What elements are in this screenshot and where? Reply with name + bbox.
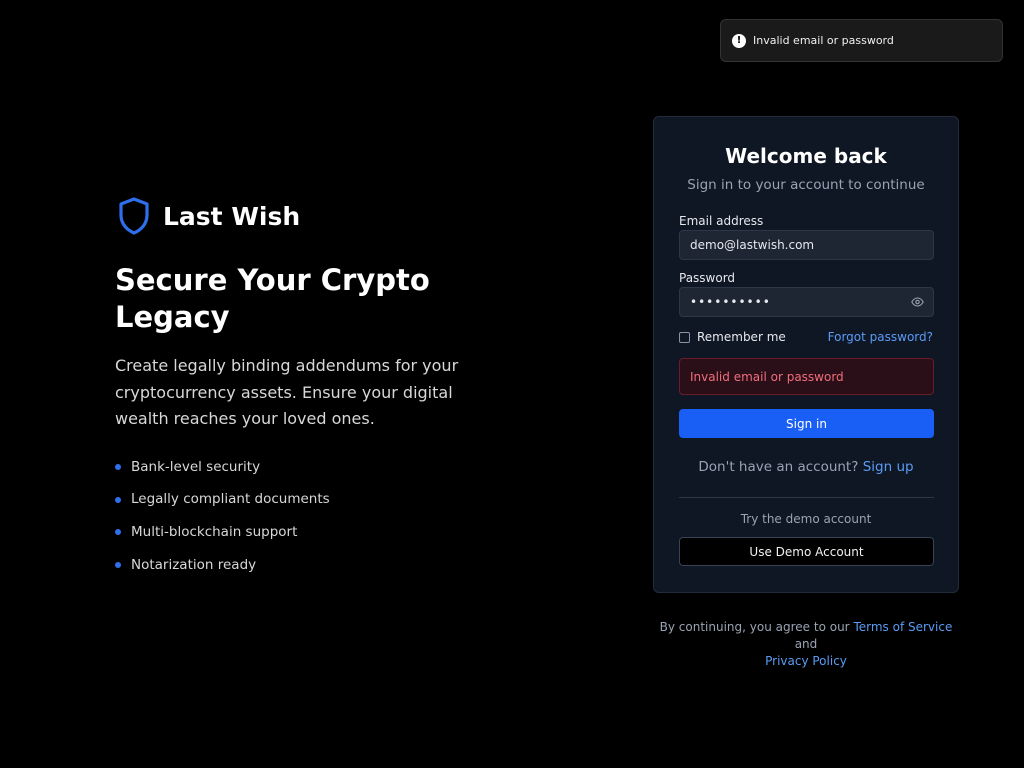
bullet-dot-icon — [115, 496, 121, 503]
divider — [679, 497, 934, 498]
error-message: Invalid email or password — [679, 358, 934, 395]
remember-label: Remember me — [697, 330, 786, 344]
hero-headline: Secure Your Crypto Legacy — [115, 263, 430, 334]
feature-item: Multi-blockchain support — [115, 516, 495, 549]
terms-link[interactable]: Terms of Service — [853, 620, 952, 634]
feature-item: Legally compliant documents — [115, 483, 495, 516]
feature-label: Bank-level security — [131, 458, 261, 475]
legal-and: and — [794, 637, 818, 651]
login-card: Welcome back Sign in to your account to … — [653, 116, 959, 593]
hero-section: Last Wish Secure Your Crypto Legacy Crea… — [115, 196, 495, 581]
email-label: Email address — [679, 214, 764, 228]
password-value: •••••••••• — [690, 295, 771, 309]
password-label: Password — [679, 271, 736, 285]
feature-item: Notarization ready — [115, 548, 495, 581]
use-demo-account-button[interactable]: Use Demo Account — [679, 537, 934, 566]
bullet-dot-icon — [115, 562, 121, 569]
legal-notice: By continuing, you agree to our Terms of… — [653, 619, 959, 670]
demo-prompt: Try the demo account — [740, 512, 872, 526]
toast-message: Invalid email or password — [753, 34, 894, 47]
forgot-password-link[interactable]: Forgot password? — [828, 330, 933, 344]
no-account-text: Don't have an account? — [698, 459, 859, 475]
feature-label: Notarization ready — [131, 556, 257, 573]
feature-item: Bank-level security — [115, 451, 495, 484]
signup-prompt: Don't have an account? Sign up — [654, 459, 958, 475]
feature-label: Legally compliant documents — [131, 491, 330, 508]
remember-checkbox[interactable] — [679, 331, 690, 343]
brand-name: Last Wish — [163, 201, 301, 231]
email-field[interactable]: demo@lastwish.com — [679, 230, 934, 260]
password-field[interactable]: •••••••••• — [679, 287, 934, 317]
remember-me[interactable]: Remember me — [679, 330, 786, 344]
sign-up-link[interactable]: Sign up — [863, 459, 914, 475]
login-title: Welcome back — [725, 144, 887, 168]
login-subtitle: Sign in to your account to continue — [687, 177, 925, 193]
eye-icon[interactable] — [911, 297, 924, 307]
hero-lede: Create legally binding addendums for you… — [115, 356, 459, 428]
bullet-dot-icon — [115, 464, 121, 471]
bullet-dot-icon — [115, 529, 121, 536]
error-toast: ! Invalid email or password — [720, 19, 1003, 62]
email-value: demo@lastwish.com — [690, 238, 815, 252]
legal-prefix: By continuing, you agree to our — [659, 620, 850, 634]
feature-list: Bank-level security Legally compliant do… — [115, 451, 495, 581]
sign-in-button[interactable]: Sign in — [679, 409, 934, 438]
privacy-link[interactable]: Privacy Policy — [765, 654, 847, 668]
brand: Last Wish — [115, 196, 495, 236]
shield-icon — [119, 197, 149, 235]
feature-label: Multi-blockchain support — [131, 523, 298, 540]
alert-circle-icon: ! — [732, 33, 746, 48]
